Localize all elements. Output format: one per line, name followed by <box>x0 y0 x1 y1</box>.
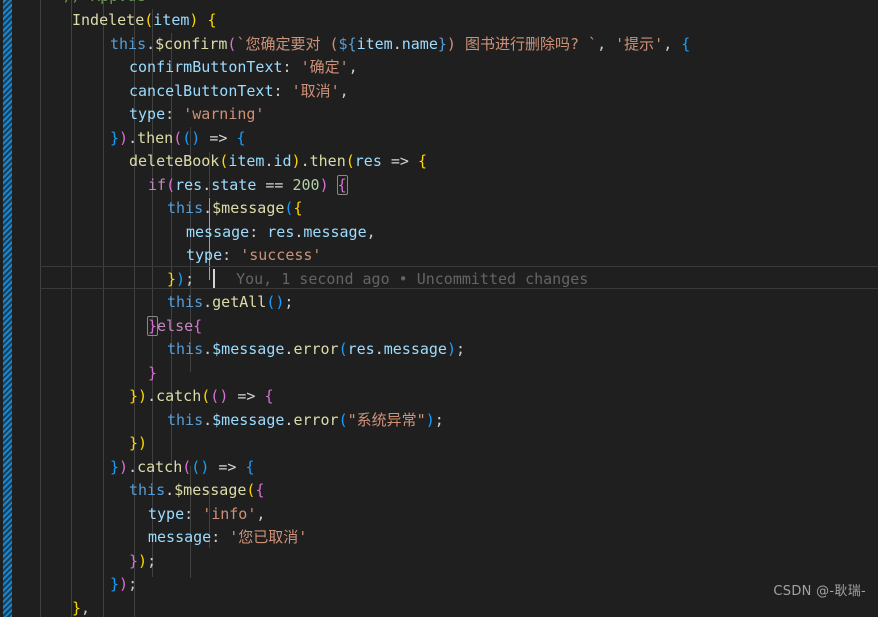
code-line[interactable]: }) <box>129 432 147 456</box>
code-line[interactable]: }).catch(() => { <box>129 385 274 409</box>
code-line[interactable]: this.$message.error(res.message); <box>167 338 465 362</box>
code-line[interactable]: if(res.state == 200) { <box>148 174 348 198</box>
code-line[interactable]: } <box>148 362 157 386</box>
code-line[interactable]: }else{ <box>146 315 202 339</box>
code-line[interactable]: }); You, 1 second ago • Uncommitted chang… <box>167 268 588 292</box>
clipped-comment-line: // AppVue <box>64 0 145 9</box>
code-line[interactable]: }); <box>129 550 156 574</box>
code-line[interactable]: type: 'info', <box>148 503 265 527</box>
code-line[interactable]: this.$confirm(`您确定要对 (${item.name}) 图书进行… <box>110 33 690 57</box>
matched-bracket-open: { <box>336 174 348 195</box>
code-line[interactable]: Indelete(item) { <box>72 9 217 33</box>
code-line[interactable]: this.$message({ <box>167 197 302 221</box>
code-line[interactable]: }, <box>72 597 90 617</box>
code-line[interactable]: message: res.message, <box>186 221 376 245</box>
code-line[interactable]: cancelButtonText: '取消', <box>129 80 349 104</box>
code-editor[interactable]: // AppVue Indelete(item) { this.$confirm… <box>0 0 878 617</box>
code-line[interactable]: this.getAll(); <box>167 291 293 315</box>
code-line[interactable]: type: 'success' <box>186 244 321 268</box>
code-line[interactable]: this.$message({ <box>129 479 264 503</box>
inline-blame-annotation[interactable]: You, 1 second ago • Uncommitted changes <box>194 270 588 288</box>
matched-bracket-close: } <box>146 315 159 336</box>
code-line[interactable]: }).catch(() => { <box>110 456 255 480</box>
csdn-watermark: CSDN @-耿瑞- <box>773 583 866 599</box>
code-line[interactable]: deleteBook(item.id).then(res => { <box>129 150 427 174</box>
code-line[interactable]: message: '您已取消' <box>148 526 307 550</box>
code-line[interactable]: this.$message.error("系统异常"); <box>167 409 444 433</box>
code-line[interactable]: }); <box>110 573 137 597</box>
code-line[interactable]: }).then(() => { <box>110 127 245 151</box>
code-line[interactable]: type: 'warning' <box>129 103 264 127</box>
text-caret <box>213 269 215 288</box>
code-line[interactable]: confirmButtonText: '确定', <box>129 56 358 80</box>
code-content[interactable]: // AppVue Indelete(item) { this.$confirm… <box>0 0 878 617</box>
